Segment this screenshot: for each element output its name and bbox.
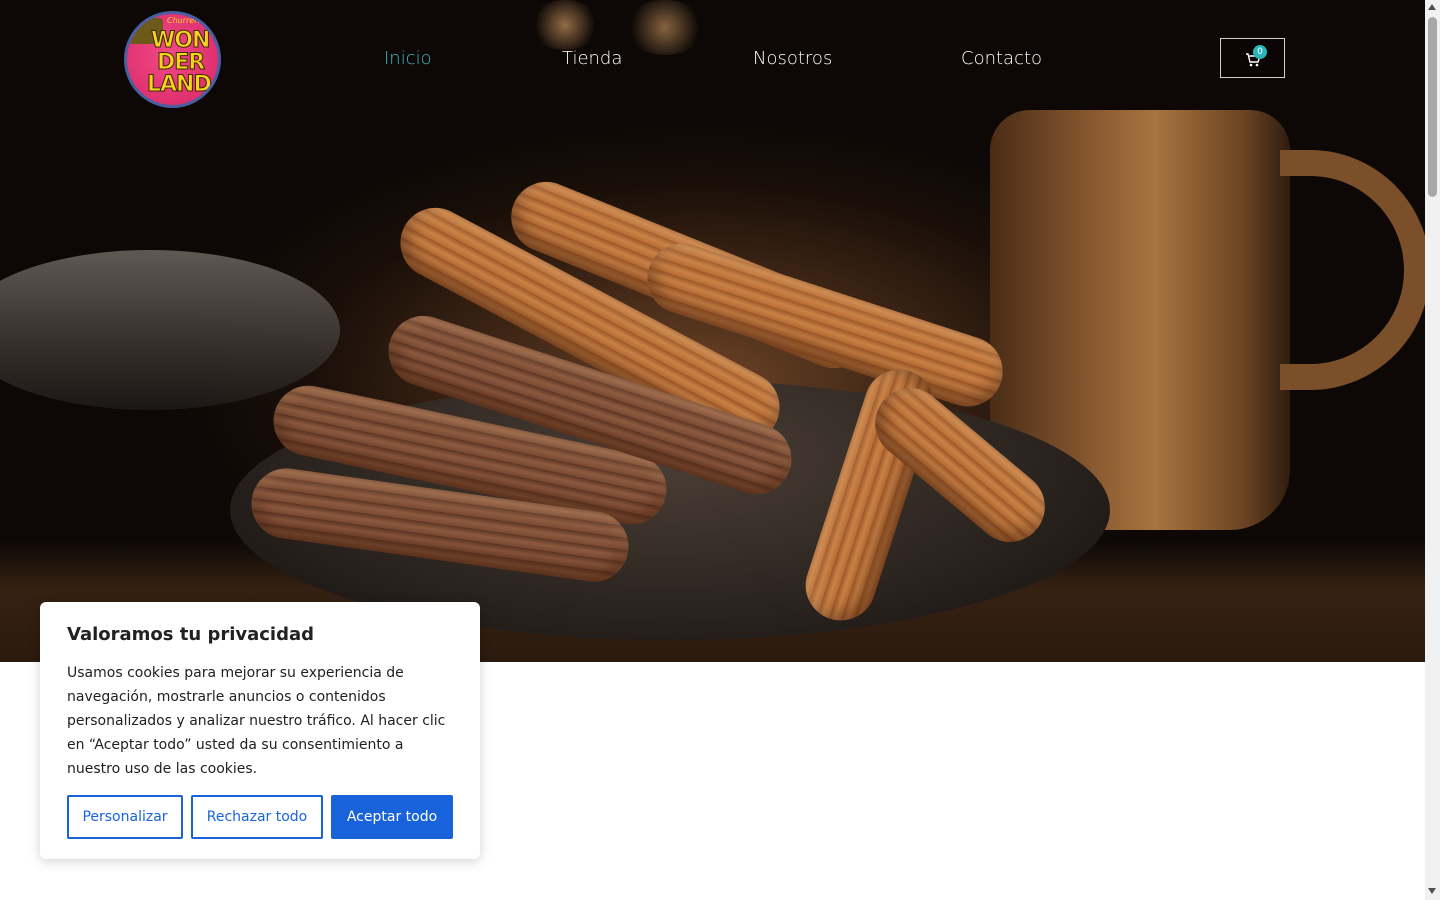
- scroll-up-arrow-icon[interactable]: [1428, 4, 1436, 10]
- nav-item-nosotros[interactable]: Nosotros: [753, 48, 832, 69]
- customize-cookies-button[interactable]: Personalizar: [67, 795, 183, 839]
- page-scrollbar[interactable]: [1425, 0, 1440, 900]
- cookie-consent-banner: Valoramos tu privacidad Usamos cookies p…: [40, 602, 480, 859]
- cart-count-badge: 0: [1253, 45, 1267, 59]
- cart-button[interactable]: 0: [1220, 38, 1285, 78]
- cookie-banner-text: Usamos cookies para mejorar su experienc…: [67, 665, 446, 777]
- nav-item-contacto[interactable]: Contacto: [961, 48, 1042, 69]
- mug-handle: [1280, 150, 1425, 390]
- scroll-down-arrow-icon[interactable]: [1428, 888, 1436, 894]
- reject-all-button[interactable]: Rechazar todo: [191, 795, 323, 839]
- accept-all-button[interactable]: Aceptar todo: [331, 795, 453, 839]
- logo-word: LAND: [147, 72, 213, 98]
- background-light: [625, 0, 705, 55]
- logo-small-text: Churrería: [167, 16, 205, 25]
- nav-item-tienda[interactable]: Tienda: [562, 48, 622, 69]
- logo[interactable]: Churrería WON DER LAND: [124, 11, 221, 108]
- sugar-bowl: [0, 250, 340, 410]
- scrollbar-thumb[interactable]: [1428, 17, 1437, 197]
- background-light: [530, 0, 600, 50]
- hero-image: [0, 0, 1425, 662]
- nav-item-inicio[interactable]: Inicio: [384, 48, 432, 69]
- cookie-banner-title: Valoramos tu privacidad: [67, 624, 315, 645]
